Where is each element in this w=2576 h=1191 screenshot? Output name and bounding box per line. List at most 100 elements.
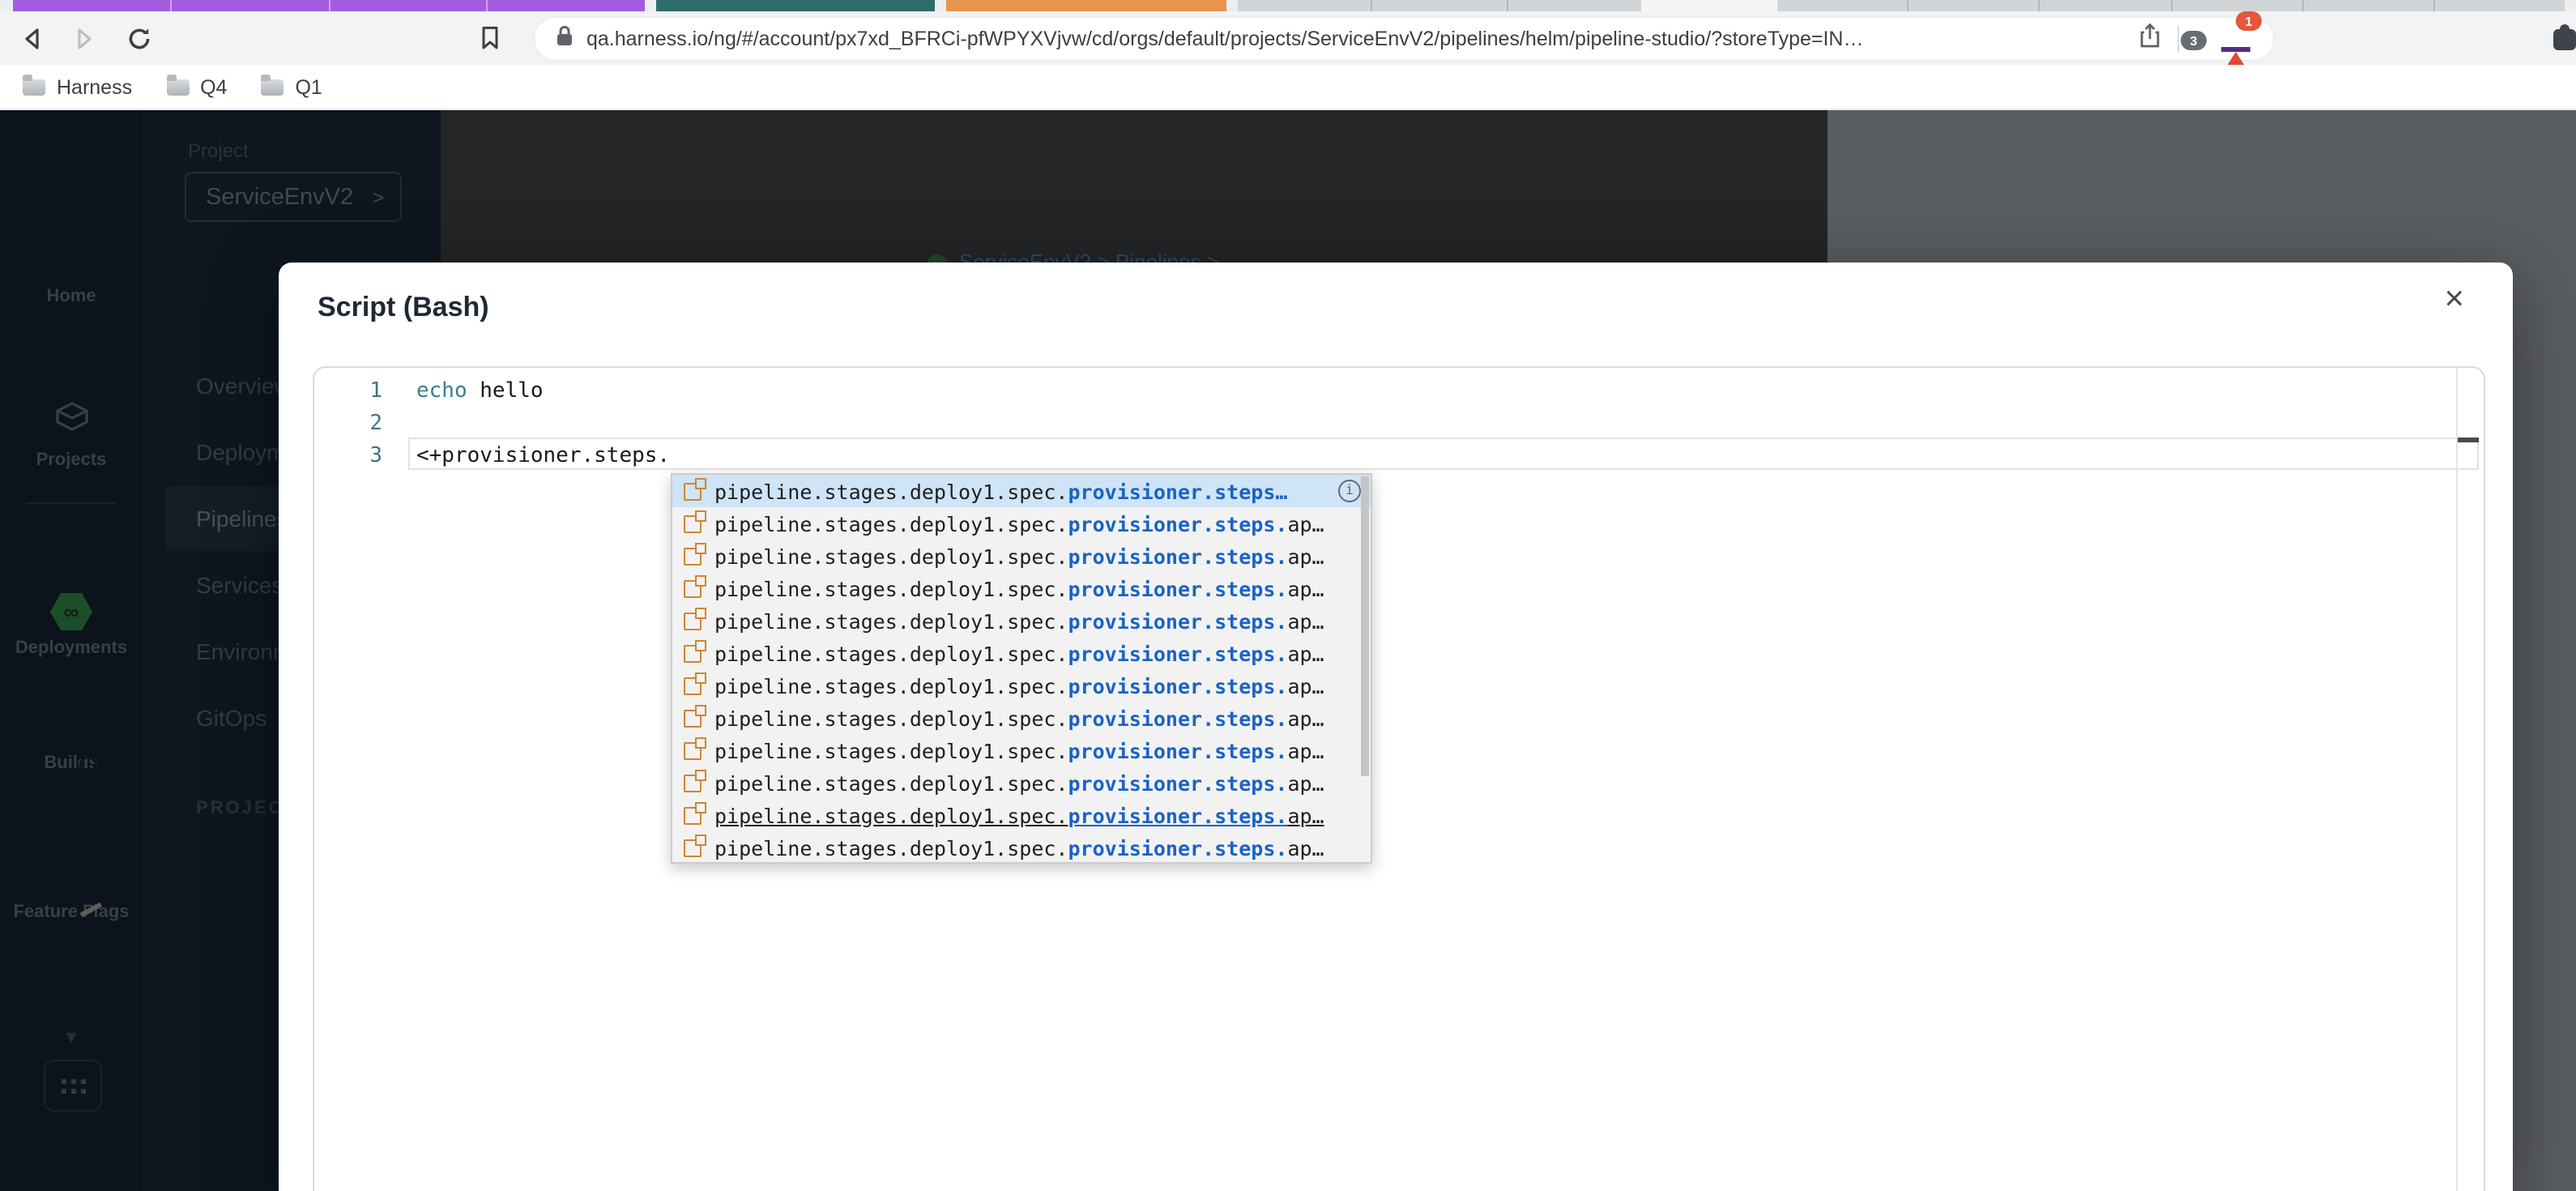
suggestion-suffix: ap… — [1287, 771, 1324, 795]
snippet-icon — [684, 510, 706, 532]
browser-tab[interactable] — [1641, 0, 1777, 11]
browser-tab-group[interactable] — [656, 0, 935, 11]
code-line[interactable]: 3 <+provisioner.steps. — [314, 440, 2451, 472]
suggestion-text: pipeline.stages.deploy1.spec.provisioner… — [714, 738, 1324, 762]
suggestion-suffix: ap… — [1287, 738, 1324, 762]
back-button[interactable] — [13, 11, 52, 65]
bookmark-item-q4[interactable]: Q4 — [166, 75, 227, 98]
browser-tab-group[interactable] — [1238, 0, 1641, 11]
bookmark-item-q1[interactable]: Q1 — [261, 75, 322, 98]
script-modal: Script (Bash) × 1 echo hello 2 3 <+provi… — [279, 263, 2513, 1191]
bookmark-label: Q1 — [295, 75, 322, 98]
browser-tab[interactable] — [1777, 0, 1909, 11]
line-number: 3 — [369, 443, 382, 468]
suggestion-suffix: ap… — [1287, 511, 1324, 536]
browser-tab[interactable] — [2041, 0, 2173, 11]
suggestion-item[interactable]: pipeline.stages.deploy1.spec.provisioner… — [672, 604, 1371, 637]
suggestion-match: provisioner.steps. — [1068, 706, 1288, 730]
browser-tab-group[interactable] — [13, 0, 645, 11]
suggestion-item[interactable]: pipeline.stages.deploy1.spec.provisioner… — [672, 475, 1371, 507]
suggestion-item[interactable]: pipeline.stages.deploy1.spec.provisioner… — [672, 572, 1371, 604]
line-number: 2 — [369, 412, 382, 437]
browser-tab[interactable] — [946, 0, 1226, 11]
suggestion-match: provisioner.steps. — [1068, 608, 1288, 633]
suggestion-item[interactable]: pipeline.stages.deploy1.spec.provisioner… — [672, 799, 1371, 831]
suggestion-text: pipeline.stages.deploy1.spec.provisioner… — [714, 803, 1324, 827]
suggestion-text: pipeline.stages.deploy1.spec.provisioner… — [714, 706, 1324, 730]
suggestion-match: provisioner.steps. — [1068, 576, 1288, 600]
browser-tab[interactable] — [2172, 0, 2304, 11]
suggestion-text: pipeline.stages.deploy1.spec.provisioner… — [714, 641, 1324, 665]
suggestion-item[interactable]: pipeline.stages.deploy1.spec.provisioner… — [672, 702, 1371, 734]
suggestion-prefix: pipeline.stages.deploy1.spec. — [714, 835, 1068, 860]
close-icon[interactable]: × — [2444, 282, 2464, 316]
suggestion-text: pipeline.stages.deploy1.spec.provisioner… — [714, 835, 1324, 860]
browser-tab[interactable] — [656, 0, 935, 11]
reload-button[interactable] — [120, 11, 159, 65]
suggestion-match: provisioner.steps. — [1068, 673, 1288, 698]
rewards-badge: 1 — [2236, 11, 2262, 31]
suggestion-match: provisioner.steps… — [1068, 479, 1288, 503]
bookmark-icon[interactable] — [470, 11, 509, 65]
snippet-icon — [684, 574, 706, 597]
suggestion-item[interactable]: pipeline.stages.deploy1.spec.provisioner… — [672, 766, 1371, 799]
snippet-icon — [684, 542, 706, 565]
suggestion-item[interactable]: pipeline.stages.deploy1.spec.provisioner… — [672, 734, 1371, 766]
browser-tab[interactable] — [2435, 0, 2565, 11]
lock-icon — [556, 23, 574, 54]
browser-tab[interactable] — [330, 0, 488, 11]
browser-tab[interactable] — [1508, 0, 1641, 11]
browser-tab[interactable] — [488, 0, 646, 11]
browser-tab-group[interactable] — [1777, 0, 2565, 11]
suggestion-item[interactable]: pipeline.stages.deploy1.spec.provisioner… — [672, 831, 1371, 864]
suggestion-prefix: pipeline.stages.deploy1.spec. — [714, 771, 1068, 795]
browser-tab[interactable] — [1373, 0, 1508, 11]
suggestion-suffix: ap… — [1287, 835, 1324, 860]
browser-tab[interactable] — [2303, 0, 2435, 11]
browser-tab[interactable] — [1909, 0, 2041, 11]
folder-icon — [23, 75, 45, 95]
folder-icon — [166, 75, 190, 95]
suggestion-suffix: ap… — [1287, 544, 1324, 568]
browser-tab[interactable] — [13, 0, 172, 11]
suggestion-match: provisioner.steps. — [1068, 738, 1288, 762]
extensions-icon[interactable] — [2553, 24, 2576, 50]
suggestion-info-icon[interactable]: i — [1338, 480, 1361, 502]
share-icon[interactable] — [2139, 22, 2161, 56]
snippet-icon — [684, 769, 706, 792]
bookmark-item-harness[interactable]: Harness — [23, 75, 132, 98]
suggestion-text: pipeline.stages.deploy1.spec.provisioner… — [714, 771, 1324, 795]
suggestion-prefix: pipeline.stages.deploy1.spec. — [714, 803, 1068, 827]
bat-rewards-icon[interactable]: 1 — [2221, 11, 2262, 75]
scrollbar-thumb[interactable] — [1361, 476, 1369, 776]
bookmarks-bar: Harness Q4 Q1 — [0, 65, 2576, 110]
bookmark-label: Q4 — [200, 75, 228, 98]
browser-tab[interactable] — [1238, 0, 1373, 11]
code-line[interactable]: 1 echo hello — [314, 376, 2451, 408]
script-editor[interactable]: 1 echo hello 2 3 <+provisioner.steps. — [313, 366, 2485, 1191]
suggestion-item[interactable]: pipeline.stages.deploy1.spec.provisioner… — [672, 540, 1371, 572]
url-text[interactable]: qa.harness.io/ng/#/account/px7xd_BFRCi-p… — [586, 28, 2139, 50]
suggestion-prefix: pipeline.stages.deploy1.spec. — [714, 608, 1068, 633]
suggestion-item[interactable]: pipeline.stages.deploy1.spec.provisioner… — [672, 669, 1371, 702]
snippet-icon — [684, 801, 706, 824]
snippet-icon — [684, 672, 706, 694]
suggestion-match: provisioner.steps. — [1068, 803, 1288, 827]
suggestion-item[interactable]: pipeline.stages.deploy1.spec.provisioner… — [672, 507, 1371, 540]
snippet-icon — [684, 639, 706, 662]
browser-tab-strip[interactable] — [0, 0, 2576, 11]
url-bar[interactable]: qa.harness.io/ng/#/account/px7xd_BFRCi-p… — [535, 11, 2273, 75]
suggestion-prefix: pipeline.stages.deploy1.spec. — [714, 479, 1068, 503]
viewport: qa.harness.io/ng/#/account/px7xd_BFRCi-p… — [0, 0, 2576, 1191]
suggestion-prefix: pipeline.stages.deploy1.spec. — [714, 706, 1068, 730]
suggestion-item[interactable]: pipeline.stages.deploy1.spec.provisioner… — [672, 637, 1371, 669]
browser-tab-group[interactable] — [946, 0, 1226, 11]
code-line[interactable]: 2 — [314, 408, 2451, 439]
forward-button[interactable] — [65, 11, 104, 65]
suggestion-prefix: pipeline.stages.deploy1.spec. — [714, 673, 1068, 698]
suggestion-match: provisioner.steps. — [1068, 771, 1288, 795]
browser-tab-group[interactable] — [1641, 0, 1777, 11]
suggestion-suffix: ap… — [1287, 706, 1324, 730]
suggestion-prefix: pipeline.stages.deploy1.spec. — [714, 544, 1068, 568]
browser-tab[interactable] — [172, 0, 330, 11]
